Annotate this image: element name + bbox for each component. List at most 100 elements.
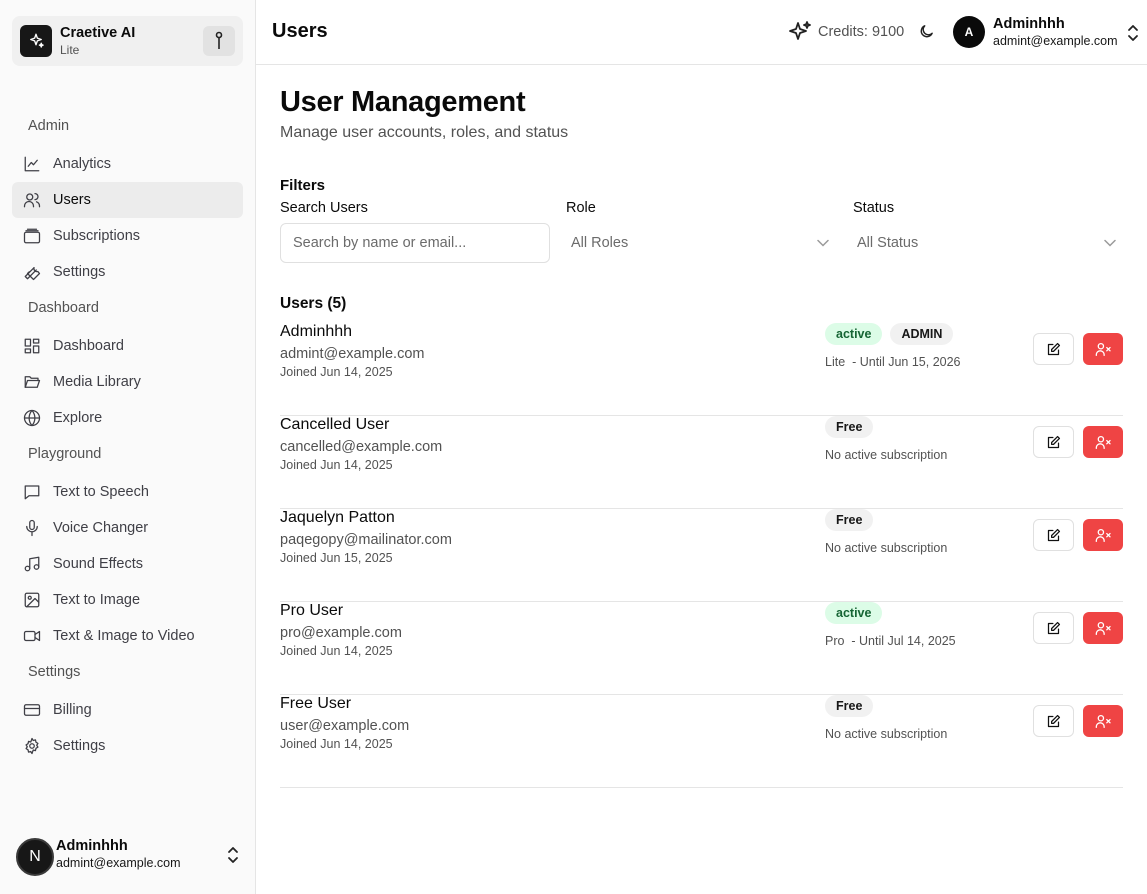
user-row: Pro User pro@example.com Joined Jun 14, … xyxy=(280,602,1123,695)
edit-user-button[interactable] xyxy=(1033,426,1074,458)
sidebar-item-label: Dashboard xyxy=(53,338,124,354)
user-name: Cancelled User xyxy=(280,416,390,433)
deactivate-user-button[interactable] xyxy=(1083,612,1123,644)
brand-plan: Lite xyxy=(60,43,80,57)
sidebar-item-label: Settings xyxy=(53,738,106,754)
sidebar: Craetive AI Lite Admin Analytics Users Subs… xyxy=(0,0,256,894)
sidebar-item-label: Settings xyxy=(53,264,106,280)
user-email: pro@example.com xyxy=(280,625,402,641)
user-name: Jaquelyn Patton xyxy=(280,509,395,526)
sidebar-item-label: Voice Changer xyxy=(53,520,149,536)
subscription-info: No active subscription xyxy=(825,448,948,462)
sidebar-item-text-to-image[interactable]: Text to Image xyxy=(12,582,243,618)
sidebar-item-label: Text to Speech xyxy=(53,484,149,500)
status-badge: active xyxy=(825,602,883,624)
sidebar-item-analytics[interactable]: Analytics xyxy=(12,146,243,182)
edit-icon xyxy=(1047,342,1061,355)
user-x-icon xyxy=(1095,342,1111,356)
edit-icon xyxy=(1047,714,1061,727)
chevrons-up-down-icon[interactable] xyxy=(1127,24,1139,42)
edit-icon xyxy=(1047,621,1061,634)
sidebar-item-dashboard[interactable]: Dashboard xyxy=(12,328,243,364)
user-row: Cancelled User cancelled@example.com Joi… xyxy=(280,416,1123,509)
user-email: user@example.com xyxy=(280,718,410,734)
search-label: Search Users xyxy=(280,200,368,216)
subscription-info: No active subscription xyxy=(825,541,948,555)
sidebar-item-users[interactable]: Users xyxy=(12,182,243,218)
video-icon xyxy=(23,627,41,645)
edit-user-button[interactable] xyxy=(1033,333,1074,365)
sidebar-item-label: Users xyxy=(53,192,91,208)
sidebar-item-label: Analytics xyxy=(53,156,112,172)
nav-group-label: Admin xyxy=(28,118,70,134)
sidebar-item-settings[interactable]: Settings xyxy=(12,728,243,764)
main-subtitle: Manage user accounts, roles, and status xyxy=(280,124,569,141)
chevrons-up-down-icon xyxy=(228,847,238,863)
deactivate-user-button[interactable] xyxy=(1083,705,1123,737)
credits-text: Credits: 9100 xyxy=(818,24,905,40)
sidebar-user-menu[interactable]: N Adminhhh admint@example.com xyxy=(16,836,243,876)
edit-user-button[interactable] xyxy=(1033,705,1074,737)
user-name: Free User xyxy=(280,695,352,712)
sidebar-item-sound-effects[interactable]: Sound Effects xyxy=(12,546,243,582)
pin-icon xyxy=(215,31,223,49)
sidebar-item-label: Text & Image to Video xyxy=(53,628,195,644)
wrench-icon xyxy=(23,263,41,281)
main-title: User Management xyxy=(280,86,526,118)
deactivate-user-button[interactable] xyxy=(1083,519,1123,551)
sidebar-item-subscriptions[interactable]: Subscriptions xyxy=(12,218,243,254)
user-email: cancelled@example.com xyxy=(280,439,443,455)
sidebar-item-label: Text to Image xyxy=(53,592,141,608)
edit-user-button[interactable] xyxy=(1033,612,1074,644)
avatar: N xyxy=(16,838,54,876)
sidebar-item-label: Explore xyxy=(53,410,103,426)
status-select[interactable]: All Status xyxy=(851,223,1122,263)
role-select-value: All Roles xyxy=(571,235,629,251)
sidebar-item-settings[interactable]: Settings xyxy=(12,254,243,290)
user-badges: Free xyxy=(825,416,874,438)
sidebar-item-text-to-speech[interactable]: Text to Speech xyxy=(12,474,243,510)
status-badge: active xyxy=(825,323,883,345)
role-select[interactable]: All Roles xyxy=(565,223,835,263)
pin-sidebar-button[interactable] xyxy=(203,26,235,56)
sidebar-item-explore[interactable]: Explore xyxy=(12,400,243,436)
nav-group-label: Dashboard xyxy=(28,300,99,316)
user-joined-date: Joined Jun 14, 2025 xyxy=(280,737,393,751)
image-icon xyxy=(23,591,41,609)
filters-heading: Filters xyxy=(280,177,326,194)
user-row: Jaquelyn Patton paqegopy@mailinator.com … xyxy=(280,509,1123,602)
sidebar-item-text-image-to-video[interactable]: Text & Image to Video xyxy=(12,618,243,654)
user-badges: Free xyxy=(825,695,874,717)
edit-icon xyxy=(1047,435,1061,448)
user-joined-date: Joined Jun 14, 2025 xyxy=(280,458,393,472)
status-label: Status xyxy=(853,200,895,216)
user-badges: active ADMIN xyxy=(825,323,954,345)
sidebar-item-voice-changer[interactable]: Voice Changer xyxy=(12,510,243,546)
music-icon xyxy=(23,555,41,573)
status-select-value: All Status xyxy=(857,235,919,251)
moon-icon xyxy=(920,25,933,38)
user-badges: active xyxy=(825,602,883,624)
sidebar-item-billing[interactable]: Billing xyxy=(12,692,243,728)
sidebar-item-media-library[interactable]: Media Library xyxy=(12,364,243,400)
deactivate-user-button[interactable] xyxy=(1083,333,1123,365)
avatar[interactable]: A xyxy=(953,16,985,48)
user-x-icon xyxy=(1095,621,1111,635)
user-email: paqegopy@mailinator.com xyxy=(280,532,452,548)
edit-user-button[interactable] xyxy=(1033,519,1074,551)
sidebar-item-label: Sound Effects xyxy=(53,556,144,572)
role-label: Role xyxy=(566,200,596,216)
users-icon xyxy=(23,191,41,209)
subscriptions-icon xyxy=(23,227,41,245)
brand-name: Craetive AI xyxy=(60,25,136,41)
page-title: Users xyxy=(272,20,328,42)
search-input[interactable] xyxy=(280,223,550,263)
brand-switcher[interactable]: Craetive AI Lite xyxy=(12,16,243,66)
mic-icon xyxy=(23,519,41,537)
subscription-info: Lite - Until Jun 15, 2026 xyxy=(825,355,961,369)
deactivate-user-button[interactable] xyxy=(1083,426,1123,458)
chevron-down-icon xyxy=(817,239,829,247)
subscription-info: No active subscription xyxy=(825,727,948,741)
theme-toggle-button[interactable] xyxy=(918,23,935,45)
role-badge: Free xyxy=(825,695,874,717)
